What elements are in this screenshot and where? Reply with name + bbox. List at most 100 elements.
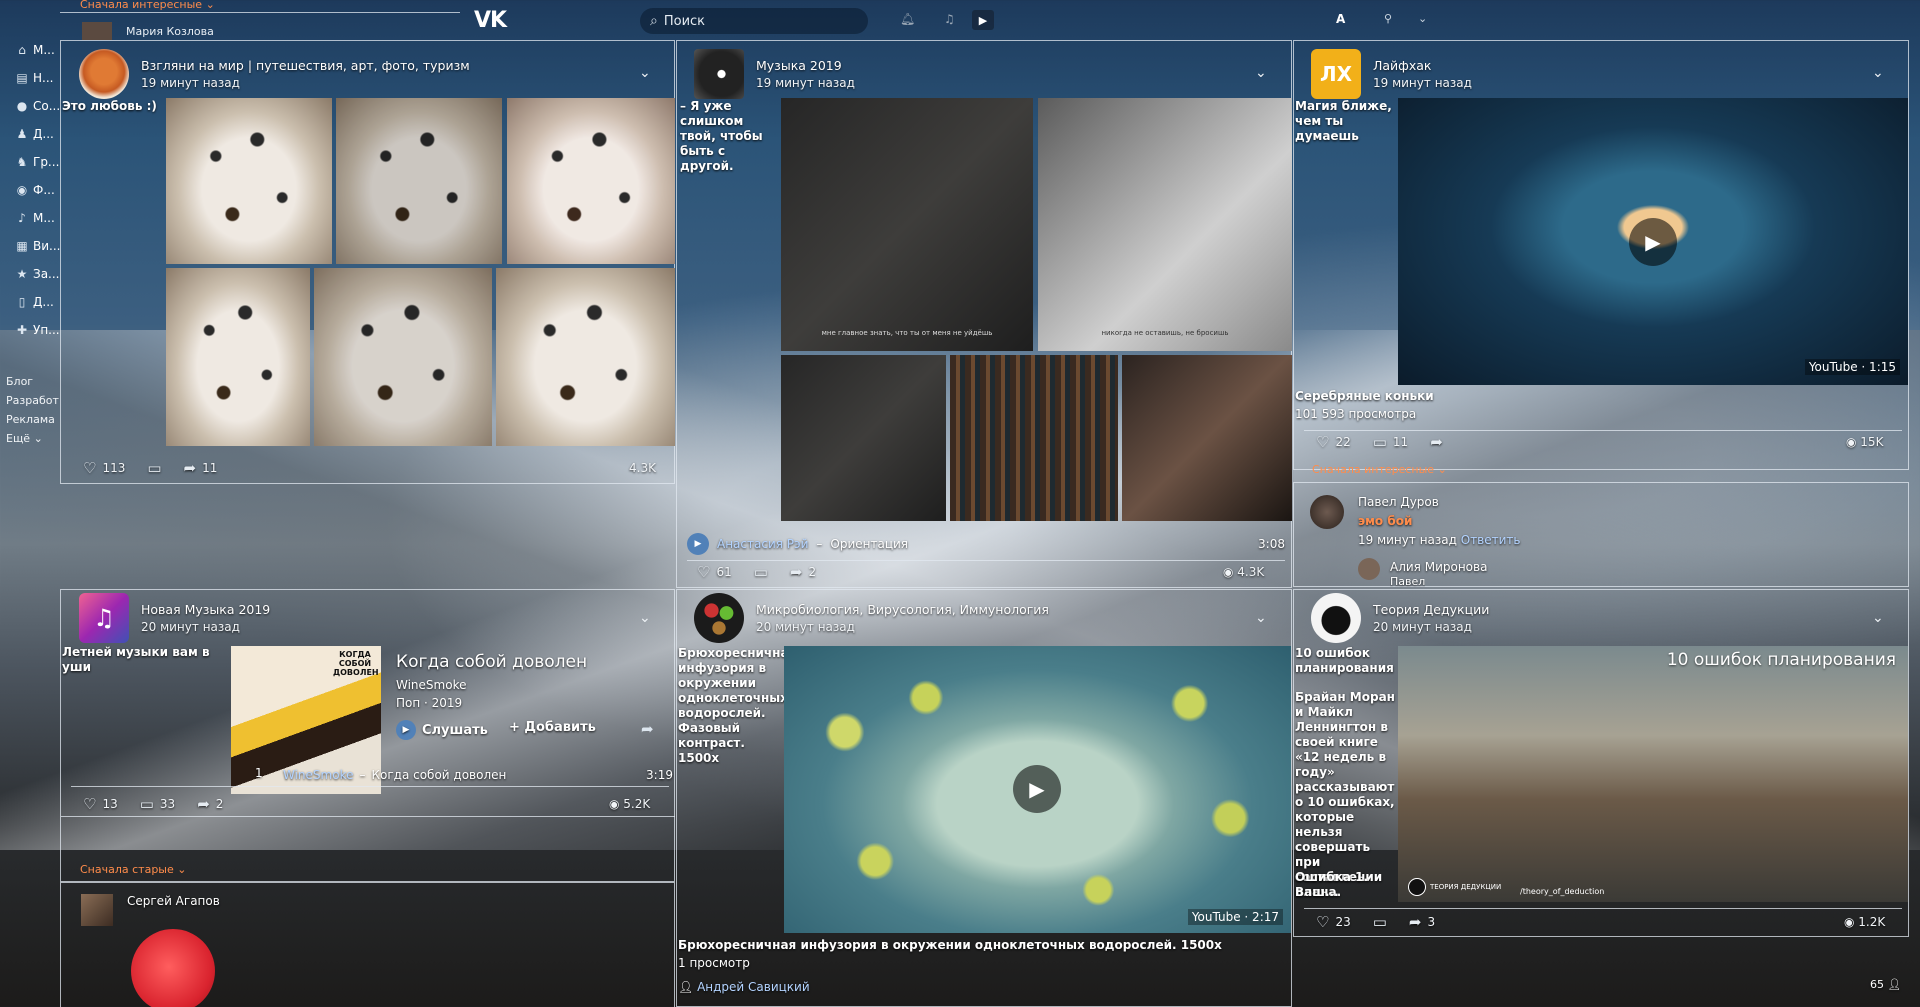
chevron-down-icon[interactable]: ⌄ — [639, 610, 651, 626]
avatar[interactable]: ♫ — [79, 593, 129, 643]
play-icon[interactable]: ▶ — [1629, 218, 1677, 266]
like-button[interactable]: ♡ 13 — [83, 795, 118, 813]
chevron-down-icon[interactable]: ⌄ — [1255, 610, 1267, 626]
sidebar-item-my-page[interactable]: ⌂ М... — [14, 36, 64, 64]
photo-tile[interactable] — [166, 268, 310, 446]
sidebar-item-docs[interactable]: ▯ Д... — [14, 288, 64, 316]
play-icon[interactable]: ▶ — [687, 533, 709, 555]
share-button[interactable]: ➦ — [1430, 433, 1443, 451]
share-button[interactable]: ➦ 3 — [1409, 913, 1435, 931]
sidebar-item-photos[interactable]: ◉ Ф... — [14, 176, 64, 204]
notifications-icon[interactable]: 🔔︎ — [900, 12, 915, 26]
comment-button[interactable]: ▭ 11 — [1373, 433, 1408, 451]
chevron-down-icon[interactable]: ⌄ — [1255, 65, 1267, 81]
photo-tile[interactable]: никогда не оставишь, не бросишь — [1038, 98, 1292, 351]
track-title[interactable]: Ориентация — [830, 537, 908, 551]
share-icon[interactable]: ➦ — [641, 720, 654, 738]
reply-link[interactable]: Ответить — [1461, 533, 1521, 547]
add-album-button[interactable]: + Добавить — [509, 720, 596, 735]
like-button[interactable]: ♡ 61 — [697, 563, 732, 581]
sidebar-item-games[interactable]: ✚ Уп... — [14, 316, 64, 344]
photo-tile[interactable] — [950, 355, 1118, 521]
post-time[interactable]: 20 минут назад — [1373, 620, 1489, 634]
chevron-down-icon[interactable]: ⌄ — [1418, 12, 1427, 25]
photo-tile[interactable] — [314, 268, 492, 446]
avatar[interactable] — [694, 49, 744, 99]
search-input[interactable]: ⌕ Поиск — [640, 8, 868, 34]
avatar[interactable]: ЛХ — [1311, 49, 1361, 99]
post-author[interactable]: Лайфхак — [1373, 58, 1472, 73]
prev-comment-author[interactable]: Мария Козлова — [126, 25, 214, 38]
share-button[interactable]: ➦ 2 — [790, 563, 816, 581]
comment-button[interactable]: ▭ 33 — [140, 795, 175, 813]
avatar[interactable] — [81, 894, 113, 926]
comment-button[interactable]: ▭ — [147, 459, 161, 477]
post-time[interactable]: 20 минут назад — [141, 620, 270, 634]
track-artist[interactable]: WineSmoke — [283, 768, 353, 782]
like-button[interactable]: ♡ 113 — [83, 459, 125, 477]
sidebar-item-music[interactable]: ♪ М... — [14, 204, 64, 232]
sidebar-item-friends[interactable]: ♟ Д... — [14, 120, 64, 148]
article-image[interactable]: 10 ошибок планирования ТЕОРИЯ ДЕДУКЦИИ /… — [1398, 646, 1908, 902]
music-player-icon[interactable]: ♫ — [944, 12, 955, 26]
photo-tile[interactable] — [507, 98, 675, 264]
video-title[interactable]: Брюхоресничная инфузория в окружении одн… — [678, 938, 1222, 952]
share-button[interactable]: ➦ 2 — [197, 795, 223, 813]
post-time[interactable]: 19 минут назад — [1373, 76, 1472, 90]
like-button[interactable]: ♡ 22 — [1316, 433, 1351, 451]
post-author[interactable]: Музыка 2019 — [756, 58, 855, 73]
avatar[interactable] — [1310, 495, 1344, 529]
audio-track[interactable]: WineSmoke – Когда собой доволен 3:19 — [283, 768, 673, 782]
footer-link-dev[interactable]: Разработ — [6, 391, 66, 410]
album-artist[interactable]: WineSmoke — [396, 678, 466, 692]
sidebar-item-news[interactable]: ▤ Н... — [14, 64, 64, 92]
play-icon[interactable]: ▶ — [1013, 765, 1061, 813]
video-title[interactable]: Серебряные коньки — [1295, 389, 1434, 403]
listen-button[interactable]: ▶ Слушать — [396, 720, 488, 740]
post-time[interactable]: 20 минут назад — [756, 620, 1049, 634]
sidebar-item-video[interactable]: ▦ Ви... — [14, 232, 64, 260]
user-menu-icon[interactable]: ⚲ — [1384, 12, 1392, 25]
footer-link-blog[interactable]: Блог — [6, 372, 66, 391]
user-avatar[interactable]: A — [1336, 12, 1345, 26]
reply-author[interactable]: Алия Миронова — [1390, 560, 1487, 574]
post-author[interactable]: Новая Музыка 2019 — [141, 602, 270, 617]
audio-track[interactable]: ▶ Анастасия Рэй – Ориентация 3:08 — [687, 533, 1285, 555]
comment-button[interactable]: ▭ — [1373, 913, 1387, 931]
sidebar-item-messages[interactable]: ● Со... — [14, 92, 64, 120]
footer-link-more[interactable]: Ещё ⌄ — [6, 429, 66, 448]
comment-button[interactable]: ▭ — [754, 563, 768, 581]
avatar[interactable] — [694, 593, 744, 643]
post-author[interactable]: Взгляни на мир | путешествия, арт, фото,… — [141, 58, 470, 73]
track-title[interactable]: Когда собой доволен — [371, 768, 506, 782]
post-signer[interactable]: 👤︎ Андрей Савицкий — [678, 980, 810, 994]
chevron-down-icon[interactable]: ⌄ — [1872, 610, 1884, 626]
photo-tile[interactable]: мне главное знать, что ты от меня не уйд… — [781, 98, 1033, 351]
post-author[interactable]: Микробиология, Вирусология, Иммунология — [756, 602, 1049, 617]
avatar[interactable] — [1358, 558, 1380, 580]
vk-logo[interactable]: VK — [474, 8, 507, 33]
album-title[interactable]: Когда собой доволен — [396, 652, 587, 672]
sidebar-item-bookmarks[interactable]: ★ За... — [14, 260, 64, 288]
comment-author[interactable]: Сергей Агапов — [127, 894, 220, 908]
photo-tile[interactable] — [336, 98, 502, 264]
like-button[interactable]: ♡ 23 — [1316, 913, 1351, 931]
post-author[interactable]: Теория Дедукции — [1373, 602, 1489, 617]
chevron-down-icon[interactable]: ⌄ — [1872, 65, 1884, 81]
avatar[interactable] — [79, 49, 129, 99]
player-play-icon[interactable]: ▶ — [972, 10, 994, 30]
photo-tile[interactable] — [166, 98, 332, 264]
photo-tile[interactable] — [1122, 355, 1292, 521]
comments-sort-filter[interactable]: Сначала старые ⌄ — [80, 863, 186, 876]
video-thumbnail[interactable]: ▶ YouTube · 1:15 — [1398, 98, 1908, 385]
comments-sort-filter[interactable]: Сначала интересные ⌄ — [1312, 463, 1447, 476]
footer-link-ads[interactable]: Реклама — [6, 410, 66, 429]
share-button[interactable]: ➦ 11 — [184, 459, 218, 477]
track-artist[interactable]: Анастасия Рэй — [717, 537, 808, 551]
sidebar-item-groups[interactable]: ♞ Гр... — [14, 148, 64, 176]
post-time[interactable]: 19 минут назад — [756, 76, 855, 90]
chevron-down-icon[interactable]: ⌄ — [639, 65, 651, 81]
post-text-more[interactable]: Ошибка 1. Ваш... — [1295, 870, 1399, 900]
photo-tile[interactable] — [781, 355, 946, 521]
feed-filter-top[interactable]: Сначала интересные ⌄ — [80, 0, 215, 11]
